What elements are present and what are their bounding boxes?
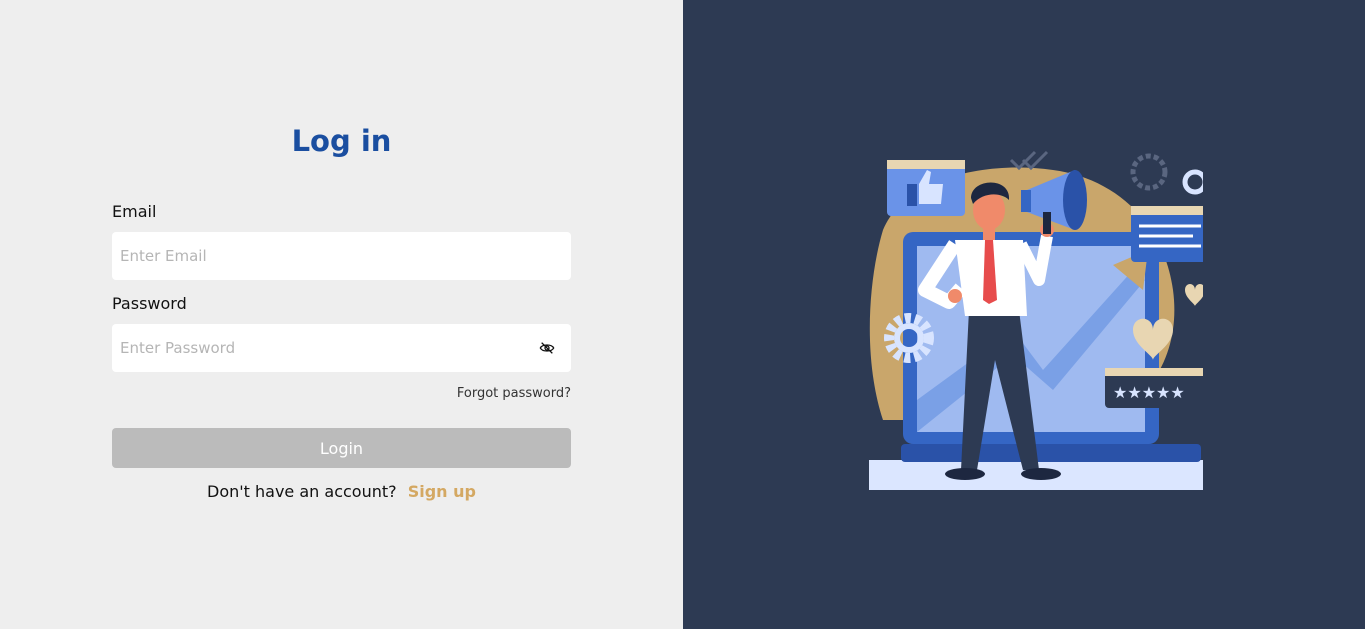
login-panel: Log in Email Password Forgot password? L… [0,0,683,629]
email-input[interactable] [120,247,563,265]
password-label: Password [112,294,187,313]
signup-row: Don't have an account? Sign up [0,482,683,501]
password-input[interactable] [120,339,563,357]
page-title: Log in [291,124,392,158]
signup-link[interactable]: Sign up [408,482,476,501]
eye-off-icon[interactable] [539,340,555,356]
email-label: Email [112,202,157,221]
no-account-text: Don't have an account? [207,482,397,501]
svg-text:★★★★★: ★★★★★ [1113,383,1185,402]
login-button[interactable]: Login [112,428,571,468]
forgot-password-link[interactable]: Forgot password? [457,386,571,401]
email-field-wrapper [112,232,571,280]
illustration-panel: ★★★★★ [683,0,1365,629]
password-field-wrapper [112,324,571,372]
marketing-illustration: ★★★★★ [869,150,1203,490]
